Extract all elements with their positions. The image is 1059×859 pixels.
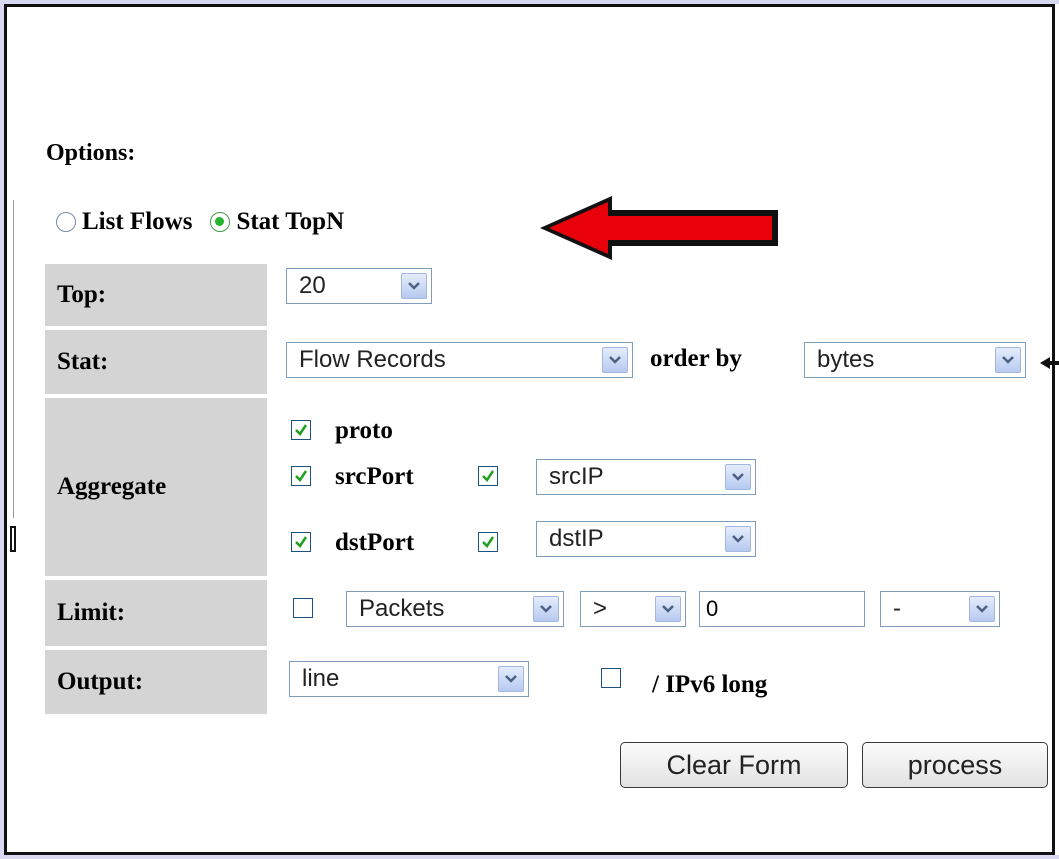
top-label: Top:: [57, 281, 107, 308]
srcip-select[interactable]: srcIP: [536, 459, 756, 495]
dstip-select-value: dstIP: [549, 525, 604, 552]
chevron-down-icon: [725, 526, 751, 552]
limit-unit-select[interactable]: -: [880, 591, 1000, 627]
dstip-select[interactable]: dstIP: [536, 521, 756, 557]
proto-label: proto: [335, 417, 393, 444]
stat-topn-label[interactable]: Stat TopN: [236, 208, 344, 236]
stat-select-value: Flow Records: [299, 346, 446, 373]
output-label-cell: Output:: [45, 650, 267, 714]
limit-operator-select[interactable]: >: [580, 591, 686, 627]
top-select-value: 20: [299, 272, 326, 299]
chevron-down-icon: [969, 596, 995, 622]
dstport-checkbox[interactable]: [291, 532, 311, 552]
stat-label-cell: Stat:: [45, 330, 267, 394]
top-label-cell: Top:: [45, 264, 267, 326]
clear-form-button[interactable]: Clear Form: [620, 742, 848, 788]
chevron-down-icon: [533, 596, 559, 622]
order-by-select-value: bytes: [817, 346, 875, 373]
limit-type-select[interactable]: Packets: [346, 591, 564, 627]
dstip-checkbox[interactable]: [478, 532, 498, 552]
limit-value-input[interactable]: 0: [699, 591, 865, 627]
left-panel-edge: [13, 200, 14, 518]
screenshot-frame: Options: List Flows Stat TopN Top: 20 St…: [0, 0, 1059, 859]
process-button[interactable]: process: [862, 742, 1048, 788]
arrow-left-icon: [1040, 357, 1059, 369]
limit-unit-value: -: [893, 595, 901, 622]
stat-select[interactable]: Flow Records: [286, 342, 633, 378]
proto-checkbox[interactable]: [291, 420, 311, 440]
dstport-label: dstPort: [335, 529, 415, 556]
srcport-checkbox[interactable]: [291, 466, 311, 486]
limit-label: Limit:: [57, 599, 126, 626]
limit-label-cell: Limit:: [45, 580, 267, 646]
output-select-value: line: [302, 665, 340, 692]
chevron-down-icon: [602, 347, 628, 373]
annotation-arrow-icon: [540, 196, 778, 260]
limit-operator-value: >: [593, 595, 608, 622]
options-heading: Options:: [46, 140, 136, 166]
limit-type-value: Packets: [359, 595, 445, 622]
left-panel-marker: [10, 526, 16, 552]
top-select[interactable]: 20: [286, 268, 432, 304]
output-select[interactable]: line: [289, 661, 529, 697]
aggregate-label: Aggregate: [57, 473, 167, 500]
ipv6-long-checkbox[interactable]: [601, 668, 621, 688]
stat-label: Stat:: [57, 348, 109, 375]
chevron-down-icon: [655, 596, 681, 622]
ipv6-long-label: / IPv6 long: [652, 671, 768, 698]
mode-radio-group: List Flows Stat TopN: [56, 208, 344, 236]
list-flows-radio[interactable]: [56, 212, 76, 232]
limit-checkbox[interactable]: [293, 598, 313, 618]
chevron-down-icon: [725, 464, 751, 490]
srcip-checkbox[interactable]: [478, 466, 498, 486]
order-by-label: order by: [650, 345, 742, 372]
srcport-label: srcPort: [335, 463, 414, 490]
list-flows-label[interactable]: List Flows: [82, 208, 192, 236]
stat-topn-radio[interactable]: [210, 212, 231, 232]
order-by-select[interactable]: bytes: [804, 342, 1026, 378]
chevron-down-icon: [498, 666, 524, 692]
output-label: Output:: [57, 668, 144, 695]
srcip-select-value: srcIP: [549, 463, 604, 490]
aggregate-label-cell: Aggregate: [45, 398, 267, 576]
chevron-down-icon: [401, 273, 427, 299]
chevron-down-icon: [995, 347, 1021, 373]
